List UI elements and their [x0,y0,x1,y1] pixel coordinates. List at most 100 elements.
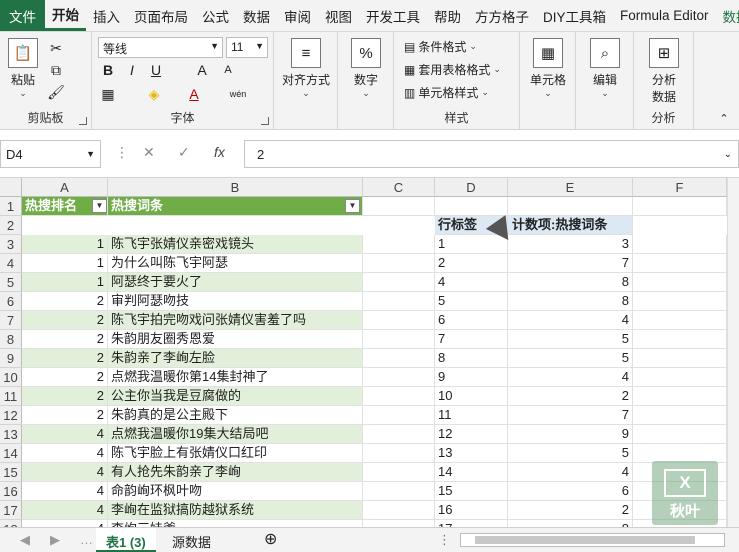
sheet-tab-source[interactable]: 源数据 [162,528,221,552]
empty-cell[interactable] [633,368,727,387]
count-cell[interactable]: 2 [508,501,633,520]
editing-button[interactable]: ⌕ 编辑 ⌄ [582,38,628,99]
rank-cell[interactable]: 2 [22,330,108,349]
row-label-cell[interactable]: 17 [435,520,508,527]
clipboard-launcher-icon[interactable] [79,117,87,125]
fill-color-icon[interactable]: ◈ [144,84,164,104]
row-header-3[interactable]: 3 [0,235,22,254]
row-label-cell[interactable]: 14 [435,463,508,482]
row-header-14[interactable]: 14 [0,444,22,463]
empty-cell[interactable] [363,292,435,311]
rank-cell[interactable]: 1 [22,273,108,292]
filter-dropdown-icon[interactable]: ▼ [345,199,360,213]
row-label-cell[interactable]: 11 [435,406,508,425]
topic-cell[interactable]: 陈飞宇拍完吻戏问张婧仪害羞了吗 [108,311,363,330]
count-cell[interactable]: 9 [508,425,633,444]
count-cell[interactable]: 8 [508,520,633,527]
row-header-16[interactable]: 16 [0,482,22,501]
column-header-b[interactable]: B [108,178,363,197]
tab-formulas[interactable]: 公式 [195,0,236,31]
tab-split-icon[interactable]: ⋮ [428,528,461,552]
topic-cell[interactable]: 为什么叫陈飞宇阿瑟 [108,254,363,273]
rank-cell[interactable]: 4 [22,520,108,527]
column-header-f[interactable]: F [633,178,727,197]
rank-cell[interactable]: 1 [22,254,108,273]
count-cell[interactable]: 6 [508,482,633,501]
row-label-cell[interactable]: 7 [435,330,508,349]
topic-cell[interactable]: 公主你当我是豆腐做的 [108,387,363,406]
row-header-11[interactable]: 11 [0,387,22,406]
rank-cell[interactable]: 2 [22,387,108,406]
worksheet-grid[interactable]: ABCDEF123456789101112131415161718热搜排名热搜词… [0,178,727,527]
row-label-cell[interactable]: 13 [435,444,508,463]
row-header-8[interactable]: 8 [0,330,22,349]
collapse-ribbon-icon[interactable]: ⌃ [714,108,734,128]
topic-cell[interactable]: 有人抢先朱韵亲了李峋 [108,463,363,482]
cut-icon[interactable]: ✂ [46,38,66,58]
rank-cell[interactable]: 4 [22,482,108,501]
count-cell[interactable]: 5 [508,330,633,349]
count-cell[interactable]: 5 [508,349,633,368]
empty-cell[interactable] [633,273,727,292]
empty-cell[interactable] [633,406,727,425]
row-label-cell[interactable]: 2 [435,254,508,273]
italic-button[interactable]: I [122,60,142,80]
sheet-nav-next-icon[interactable]: ▶ [40,528,70,552]
tab-data[interactable]: 数据 [236,0,277,31]
empty-cell[interactable] [363,501,435,520]
count-cell[interactable]: 4 [508,311,633,330]
phonetic-button[interactable]: wén [228,84,248,104]
insert-function-button[interactable]: fx [214,144,225,160]
column-header-e[interactable]: E [508,178,633,197]
cell-e1[interactable] [508,197,633,216]
empty-cell[interactable] [363,235,435,254]
tab-page-layout[interactable]: 页面布局 [127,0,195,31]
underline-button[interactable]: U [146,60,166,80]
tab-help[interactable]: 帮助 [427,0,468,31]
row-header-17[interactable]: 17 [0,501,22,520]
topic-cell[interactable]: 朱韵真的是公主殿下 [108,406,363,425]
column-header-a[interactable]: A [22,178,108,197]
count-cell[interactable]: 4 [508,463,633,482]
alignment-button[interactable]: ≡ 对齐方式 ⌄ [280,38,332,99]
rank-cell[interactable]: 4 [22,501,108,520]
column-header-c[interactable]: C [363,178,435,197]
rank-cell[interactable]: 2 [22,311,108,330]
empty-cell[interactable] [363,254,435,273]
format-as-table-button[interactable]: ▦ 套用表格格式 ⌄ [404,61,501,78]
sheet-tab-active[interactable]: 表1 (3) [96,528,156,552]
row-header-6[interactable]: 6 [0,292,22,311]
select-all-corner[interactable] [0,178,22,197]
row-header-10[interactable]: 10 [0,368,22,387]
number-button[interactable]: % 数字 ⌄ [344,38,388,99]
topic-cell[interactable]: 审判阿瑟吻技 [108,292,363,311]
paste-button[interactable]: 📋 粘贴 ⌄ [6,38,40,99]
cell-styles-button[interactable]: ▥ 单元格样式 ⌄ [404,84,489,101]
row-header-9[interactable]: 9 [0,349,22,368]
border-icon[interactable]: ▦ [98,84,118,104]
shrink-font-button[interactable]: A [218,60,238,80]
row-label-cell[interactable]: 8 [435,349,508,368]
cancel-icon[interactable]: ✕ [143,144,155,161]
rank-cell[interactable]: 1 [22,235,108,254]
empty-cell[interactable] [363,349,435,368]
cell-f1[interactable] [633,197,727,216]
add-sheet-icon[interactable]: ⊕ [254,528,287,552]
empty-cell[interactable] [633,330,727,349]
empty-cell[interactable] [363,330,435,349]
row-header-15[interactable]: 15 [0,463,22,482]
row-label-cell[interactable]: 15 [435,482,508,501]
topic-cell[interactable]: 命韵峋环枫叶吻 [108,482,363,501]
empty-cell[interactable] [633,387,727,406]
tab-formula-editor[interactable]: Formula Editor [613,0,716,31]
topic-cell[interactable]: 朱韵亲了李峋左脸 [108,349,363,368]
conditional-format-button[interactable]: ▤ 条件格式 ⌄ [404,38,477,55]
empty-cell[interactable] [363,406,435,425]
cell-c1[interactable] [363,197,435,216]
cell-d1[interactable] [435,197,508,216]
rank-cell[interactable]: 4 [22,463,108,482]
row-label-cell[interactable]: 5 [435,292,508,311]
tab-file[interactable]: 文件 [0,0,45,31]
tab-developer[interactable]: 开发工具 [359,0,427,31]
count-cell[interactable]: 4 [508,368,633,387]
